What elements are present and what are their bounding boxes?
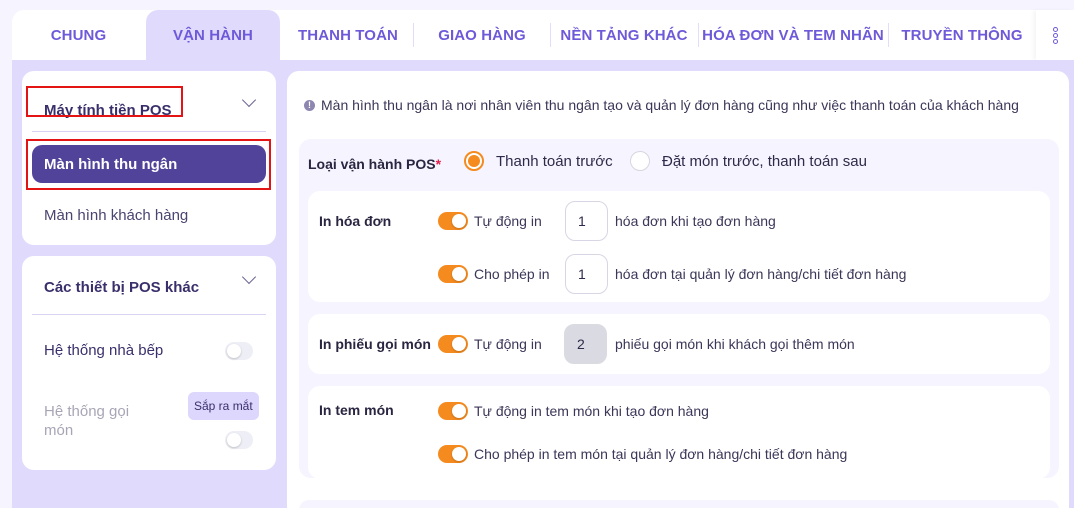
print-invoice-label: In hóa đơn [319, 213, 392, 229]
sidebar-item-he-thong-nha-bep: Hệ thống nhà bếp [44, 342, 164, 359]
print-order-ticket-label: In phiếu gọi món [319, 336, 431, 352]
divider [32, 314, 266, 315]
print-item-label-label: In tem món [319, 402, 394, 418]
radio-label: Đặt món trước, thanh toán sau [662, 152, 867, 170]
print-invoice-section: In hóa đơn Tự động in 1 hóa đơn khi tạo … [308, 191, 1050, 302]
allow-print-item-label-toggle[interactable] [438, 445, 468, 463]
auto-print-order-ticket-option: Tự động in [438, 335, 542, 353]
sidebar-group-other-devices: Các thiết bị POS khác Hệ thống nhà bếp H… [22, 256, 276, 470]
chevron-down-icon[interactable] [241, 269, 257, 285]
option-suffix: hóa đơn khi tạo đơn hàng [615, 213, 776, 229]
radio-label: Thanh toán trước [496, 152, 613, 170]
settings-tabbar: CHUNG VẬN HÀNH THANH TOÁN GIAO HÀNG NỀN … [12, 10, 1074, 60]
tab-giao-hang[interactable]: GIAO HÀNG [414, 10, 550, 60]
ordering-system-toggle[interactable] [225, 431, 253, 449]
radio-unchecked-icon[interactable] [630, 151, 650, 171]
option-label: Tự động in [474, 213, 542, 229]
auto-print-invoice-option: Tự động in [438, 212, 542, 230]
tab-thanh-toan[interactable]: THANH TOÁN [284, 10, 412, 60]
divider [32, 131, 266, 132]
tabs-more-button[interactable] [1036, 10, 1074, 60]
radio-checked-icon[interactable] [464, 151, 484, 171]
sidebar-item-man-hinh-thu-ngan[interactable]: Màn hình thu ngân [32, 145, 266, 183]
sidebar-item-he-thong-goi-mon: Hệ thống gọi món [44, 403, 130, 439]
content-card: ! Màn hình thu ngân là nơi nhân viên thu… [287, 71, 1069, 508]
info-text: Màn hình thu ngân là nơi nhân viên thu n… [321, 97, 1019, 113]
option-label: Tự động in tem món khi tạo đơn hàng [474, 403, 709, 419]
pos-settings-group: Loại vận hành POS* Thanh toán trước Đặt … [299, 139, 1059, 479]
info-line: ! Màn hình thu ngân là nơi nhân viên thu… [304, 97, 1019, 113]
invoice-auto-print-count-input[interactable]: 1 [565, 201, 608, 241]
sidebar-group-title[interactable]: Các thiết bị POS khác [44, 279, 199, 296]
sidebar-item-man-hinh-khach-hang[interactable]: Màn hình khách hàng [32, 196, 266, 234]
option-suffix: hóa đơn tại quản lý đơn hàng/chi tiết đơ… [615, 266, 907, 282]
print-item-label-section: In tem món Tự động in tem món khi tạo đơ… [308, 386, 1050, 479]
option-suffix: phiếu gọi món khi khách gọi thêm món [615, 336, 855, 352]
next-settings-group [299, 500, 1059, 508]
invoice-allow-print-count-input[interactable]: 1 [565, 254, 608, 294]
auto-print-item-label-toggle[interactable] [438, 402, 468, 420]
order-ticket-count-input: 2 [564, 324, 607, 364]
radio-order-first-pay-later[interactable]: Đặt món trước, thanh toán sau [630, 151, 867, 171]
radio-pay-first[interactable]: Thanh toán trước [464, 151, 613, 171]
allow-print-invoice-option: Cho phép in [438, 265, 550, 283]
chevron-down-icon[interactable] [241, 92, 257, 108]
more-vertical-icon [1052, 38, 1058, 44]
tab-van-hanh[interactable]: VẬN HÀNH [146, 10, 280, 60]
allow-print-invoice-toggle[interactable] [438, 265, 468, 283]
print-order-ticket-section: In phiếu gọi món Tự động in 2 phiếu gọi … [308, 314, 1050, 374]
option-label: Cho phép in tem món tại quản lý đơn hàng… [474, 446, 848, 462]
pos-type-label: Loại vận hành POS* [308, 156, 441, 172]
kitchen-system-toggle[interactable] [225, 342, 253, 360]
allow-print-item-label-option: Cho phép in tem món tại quản lý đơn hàng… [438, 445, 847, 463]
tab-truyen-thong[interactable]: TRUYỀN THÔNG [889, 10, 1035, 60]
option-label: Cho phép in [474, 266, 550, 282]
tab-nen-tang-khac[interactable]: NỀN TẢNG KHÁC [551, 10, 697, 60]
sidebar-group-pos: Máy tính tiền POS Màn hình thu ngân Màn … [22, 71, 276, 245]
tab-hoa-don-va-tem-nhan[interactable]: HÓA ĐƠN VÀ TEM NHÃN [699, 10, 887, 60]
auto-print-item-label-option: Tự động in tem món khi tạo đơn hàng [438, 402, 709, 420]
tab-chung[interactable]: CHUNG [12, 10, 145, 60]
more-vertical-icon [1052, 32, 1058, 38]
info-icon: ! [304, 99, 315, 111]
settings-panel: Máy tính tiền POS Màn hình thu ngân Màn … [12, 60, 1074, 508]
more-vertical-icon [1052, 26, 1058, 32]
auto-print-order-ticket-toggle[interactable] [438, 335, 468, 353]
option-label: Tự động in [474, 336, 542, 352]
sidebar-group-title[interactable]: Máy tính tiền POS [44, 102, 172, 119]
pos-type-label-text: Loại vận hành POS [308, 156, 436, 172]
coming-soon-badge: Sắp ra mắt [188, 392, 259, 420]
auto-print-invoice-toggle[interactable] [438, 212, 468, 230]
required-mark: * [435, 156, 442, 172]
